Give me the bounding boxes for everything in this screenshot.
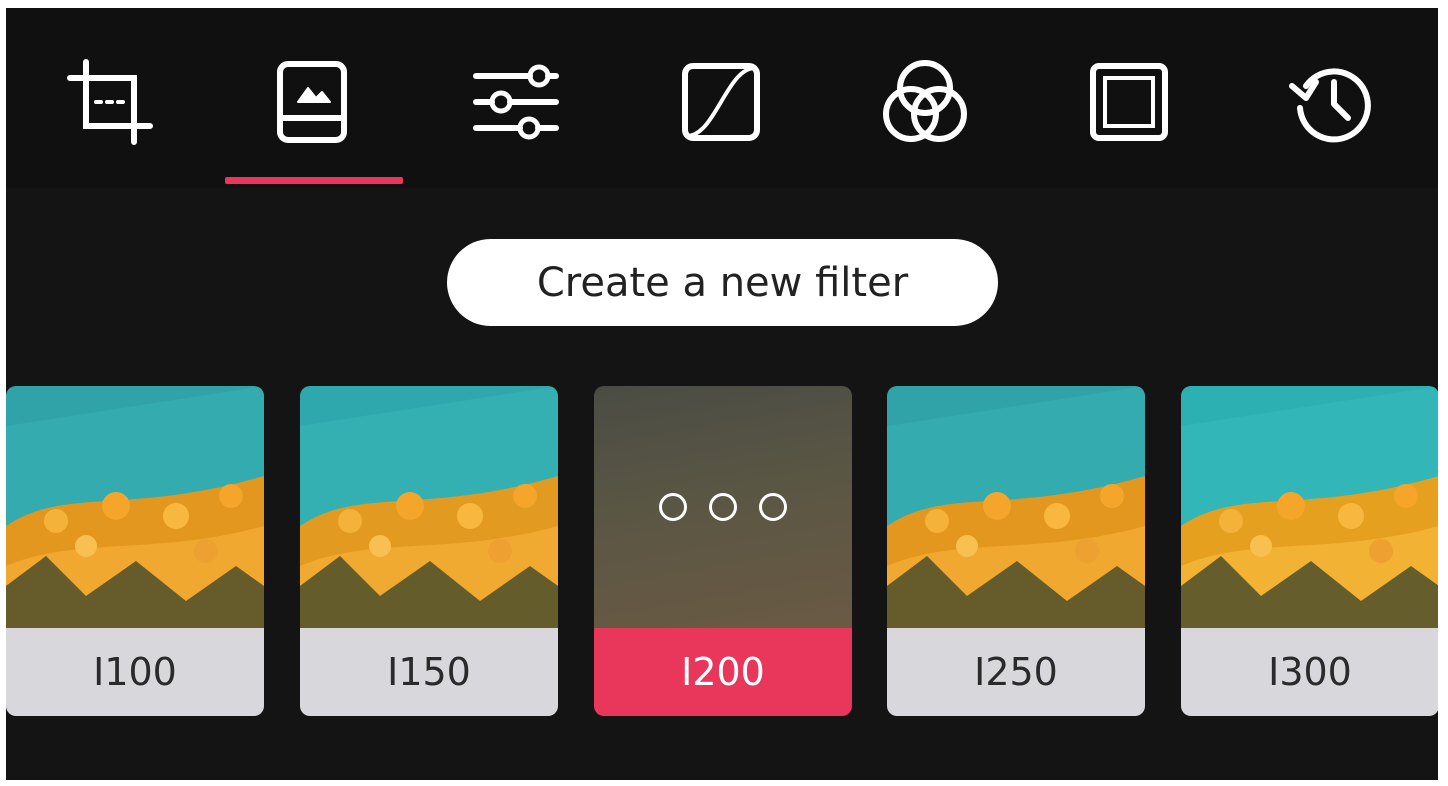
filter-card-i150[interactable]: I150 — [300, 386, 558, 716]
loading-dot — [759, 493, 787, 521]
filter-preview-image — [887, 386, 1145, 628]
filter-preview-image — [1181, 386, 1438, 628]
loading-dot — [709, 493, 737, 521]
loading-dot — [659, 493, 687, 521]
filters-icon — [277, 61, 347, 143]
filter-label: I150 — [300, 628, 558, 716]
adjust-sliders-icon — [473, 64, 559, 140]
filter-card-i200[interactable]: I200 — [594, 386, 852, 716]
filter-card-i250[interactable]: I250 — [887, 386, 1145, 716]
color-mix-tool[interactable] — [875, 52, 975, 152]
filter-card-i100[interactable]: I100 — [6, 386, 264, 716]
color-mix-icon — [883, 60, 967, 142]
tool-bar — [6, 8, 1438, 188]
filter-label: I200 — [594, 628, 852, 716]
filter-label: I300 — [1181, 628, 1438, 716]
filter-preview-image — [300, 386, 558, 628]
history-icon — [1289, 68, 1371, 143]
frame-icon — [1090, 63, 1168, 141]
loading-indicator — [594, 386, 852, 628]
history-tool[interactable] — [1282, 52, 1382, 152]
filter-card-i300[interactable]: I300 — [1181, 386, 1438, 716]
curves-icon — [682, 63, 760, 141]
crop-icon — [67, 59, 153, 145]
filters-tool[interactable] — [262, 52, 362, 152]
filter-preview-image — [6, 386, 264, 628]
filter-editor: Create a new filter I100 I150 I200 I250 … — [6, 8, 1438, 780]
frame-tool[interactable] — [1079, 52, 1179, 152]
curves-tool[interactable] — [671, 52, 771, 152]
active-tab-indicator — [225, 177, 403, 184]
adjust-tool[interactable] — [466, 52, 566, 152]
crop-tool[interactable] — [60, 52, 160, 152]
filter-preview-loading — [594, 386, 852, 628]
filter-label: I250 — [887, 628, 1145, 716]
create-filter-button[interactable]: Create a new filter — [447, 239, 998, 326]
filter-label: I100 — [6, 628, 264, 716]
